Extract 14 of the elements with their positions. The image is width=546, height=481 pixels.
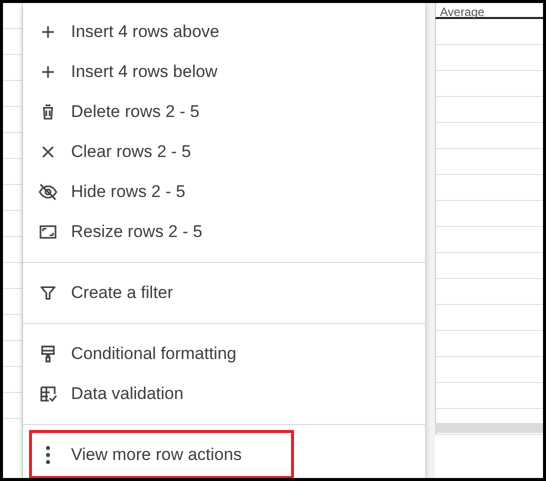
- menu-item[interactable]: Data validation: [23, 374, 425, 414]
- menu-item[interactable]: Delete rows 2 - 5: [23, 92, 425, 132]
- menu-item[interactable]: Insert 4 rows below: [23, 52, 425, 92]
- menu-item[interactable]: Create a filter: [23, 273, 425, 313]
- menu-item[interactable]: Clear rows 2 - 5: [23, 132, 425, 172]
- menu-item[interactable]: Conditional formatting: [23, 334, 425, 374]
- eye-off-icon: [38, 182, 58, 202]
- column-header: Average: [440, 6, 484, 19]
- menu-item[interactable]: Resize rows 2 - 5: [23, 212, 425, 252]
- table-check-icon: [38, 384, 58, 404]
- more-vert-icon: [46, 446, 50, 464]
- menu-item[interactable]: Hide rows 2 - 5: [23, 172, 425, 212]
- menu-item[interactable]: View more row actions: [23, 435, 425, 475]
- menu-item[interactable]: Insert 4 rows above: [23, 12, 425, 52]
